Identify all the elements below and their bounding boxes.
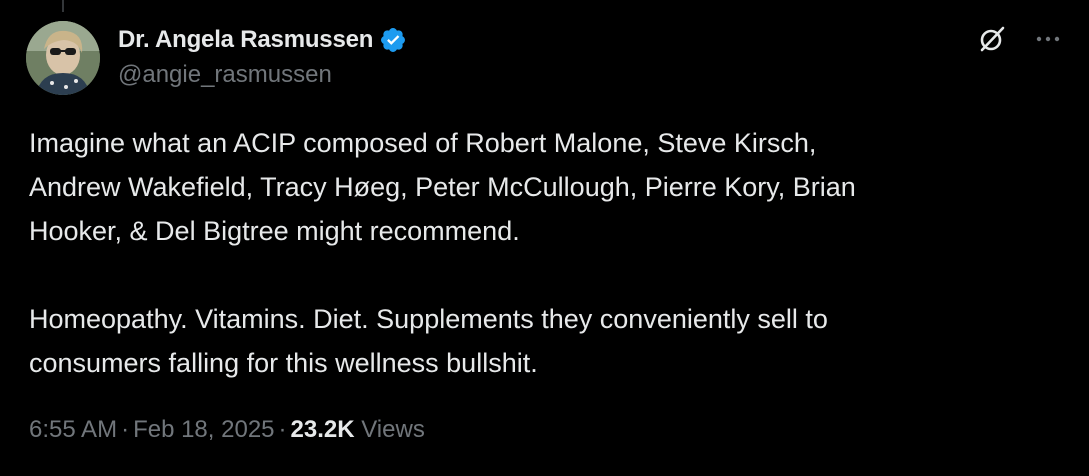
tweet-text-line: Andrew Wakefield, Tracy Høeg, Peter McCu… — [29, 172, 856, 202]
tweet-text-line: consumers falling for this wellness bull… — [29, 348, 538, 378]
grok-icon — [980, 26, 1005, 52]
views-count[interactable]: 23.2K — [291, 416, 355, 443]
meta-separator: · — [121, 416, 130, 443]
avatar[interactable] — [26, 21, 100, 95]
more-options-button[interactable] — [1031, 22, 1065, 56]
more-options-icon — [1036, 36, 1060, 42]
author-block: Dr. Angela Rasmussen @angie_rasmussen — [118, 24, 407, 89]
tweet-text: Imagine what an ACIP composed of Robert … — [29, 121, 1059, 385]
tweet-text-line: Imagine what an ACIP composed of Robert … — [29, 128, 817, 158]
author-name-row: Dr. Angela Rasmussen — [118, 24, 407, 56]
views-label[interactable]: Views — [361, 416, 425, 443]
author-display-name[interactable]: Dr. Angela Rasmussen — [118, 26, 373, 54]
tweet-meta: 6:55 AM · Feb 18, 2025 · 23.2K Views — [29, 416, 425, 444]
tweet-actions — [975, 22, 1065, 56]
verified-badge-icon[interactable] — [379, 26, 407, 54]
tweet-text-line: Homeopathy. Vitamins. Diet. Supplements … — [29, 304, 828, 334]
grok-button[interactable] — [975, 22, 1009, 56]
avatar-image — [26, 21, 100, 95]
tweet-text-line: Hooker, & Del Bigtree might recommend. — [29, 216, 520, 246]
thread-connector-line — [62, 0, 64, 12]
meta-separator: · — [278, 416, 287, 443]
tweet-time[interactable]: 6:55 AM — [29, 416, 117, 443]
author-handle[interactable]: @angie_rasmussen — [118, 61, 407, 89]
tweet-date[interactable]: Feb 18, 2025 — [133, 416, 274, 443]
